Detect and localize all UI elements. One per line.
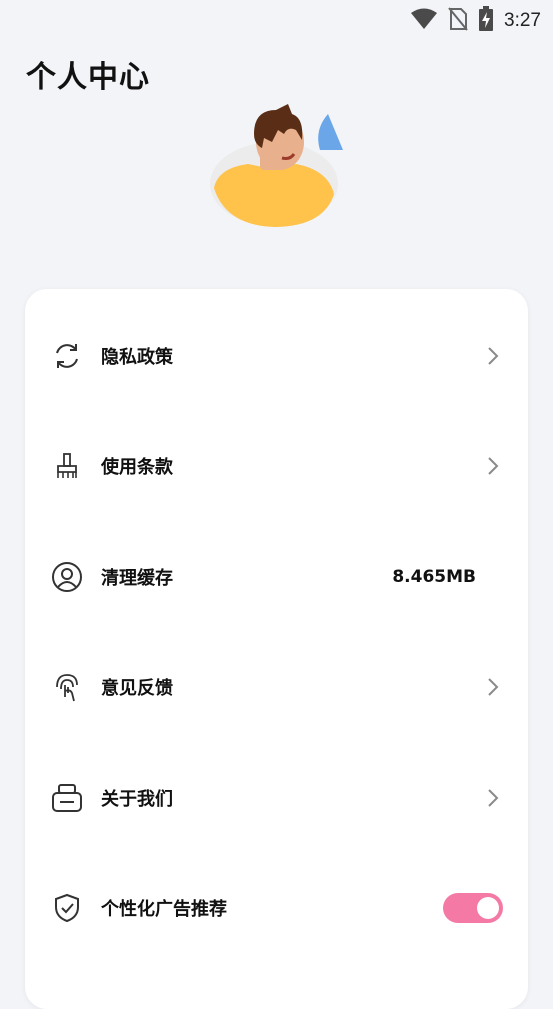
chevron-right-icon [486,787,500,809]
status-bar: 3:27 [0,0,553,36]
menu-item-clear-cache[interactable]: 清理缓存 8.465MB [25,527,528,627]
refresh-icon [51,340,83,372]
menu-item-label: 隐私政策 [101,347,173,368]
toggle-knob [477,897,499,919]
menu-item-label: 清理缓存 [101,568,173,589]
fingerprint-icon [51,671,83,703]
page-title: 个人中心 [26,60,150,95]
wifi-icon [410,8,438,34]
menu-item-label: 使用条款 [101,457,173,478]
cache-size-value: 8.465MB [392,567,476,587]
chevron-right-icon [486,455,500,477]
personalized-ads-toggle[interactable] [443,893,503,923]
brush-icon [51,450,83,482]
battery-charging-icon [478,6,494,36]
menu-item-privacy-policy[interactable]: 隐私政策 [25,306,528,406]
menu-item-label: 关于我们 [101,789,173,810]
status-icons: 3:27 [410,6,541,36]
menu-item-label: 意见反馈 [101,678,173,699]
chevron-right-icon [486,676,500,698]
menu-item-personalized-ads: 个性化广告推荐 [25,858,528,958]
status-time: 3:27 [504,10,541,31]
menu-item-label: 个性化广告推荐 [101,899,227,920]
person-avatar-illustration [210,104,343,227]
menu-item-about-us[interactable]: 关于我们 [25,748,528,848]
shield-check-icon [51,892,83,924]
menu-item-feedback[interactable]: 意见反馈 [25,637,528,737]
chevron-right-icon [486,345,500,367]
menu-item-terms-of-use[interactable]: 使用条款 [25,416,528,516]
menu-card: 隐私政策 使用条款 清理缓存 8.465MB 意见反馈 关于我们 个性化广告推荐 [25,289,528,1009]
avatar[interactable] [208,104,348,230]
no-sim-icon [448,7,468,35]
printer-icon [51,782,83,814]
user-circle-icon [51,561,83,593]
